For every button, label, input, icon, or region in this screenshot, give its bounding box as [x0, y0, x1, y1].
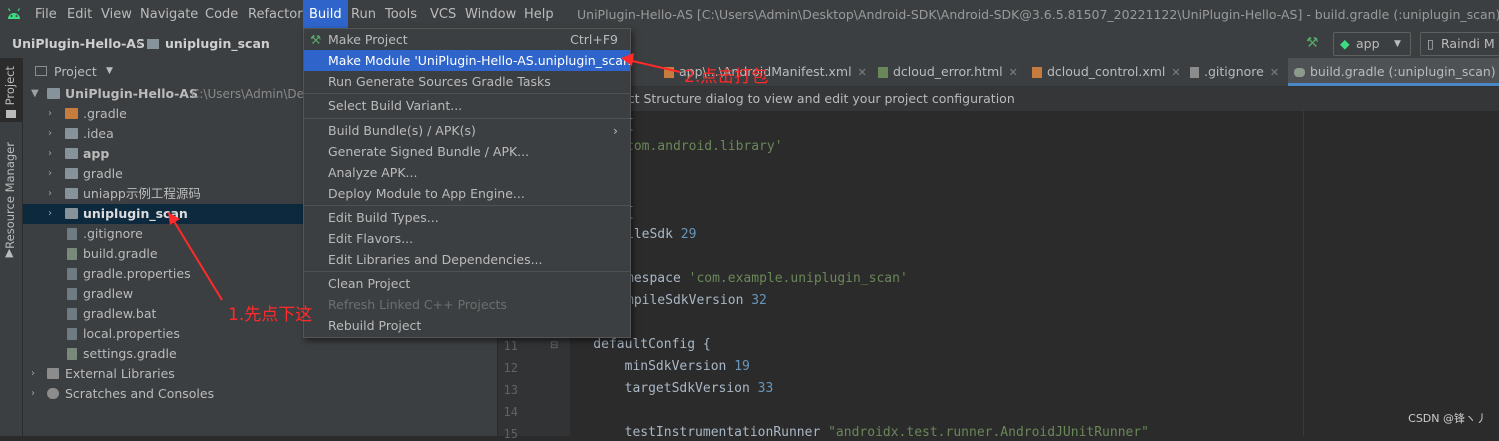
- annotation-step1: 1.先点下这: [228, 305, 313, 325]
- watermark: CSDN @锋ヽ丿: [1408, 412, 1487, 425]
- annotation-step2: 2.点击打包: [684, 67, 769, 87]
